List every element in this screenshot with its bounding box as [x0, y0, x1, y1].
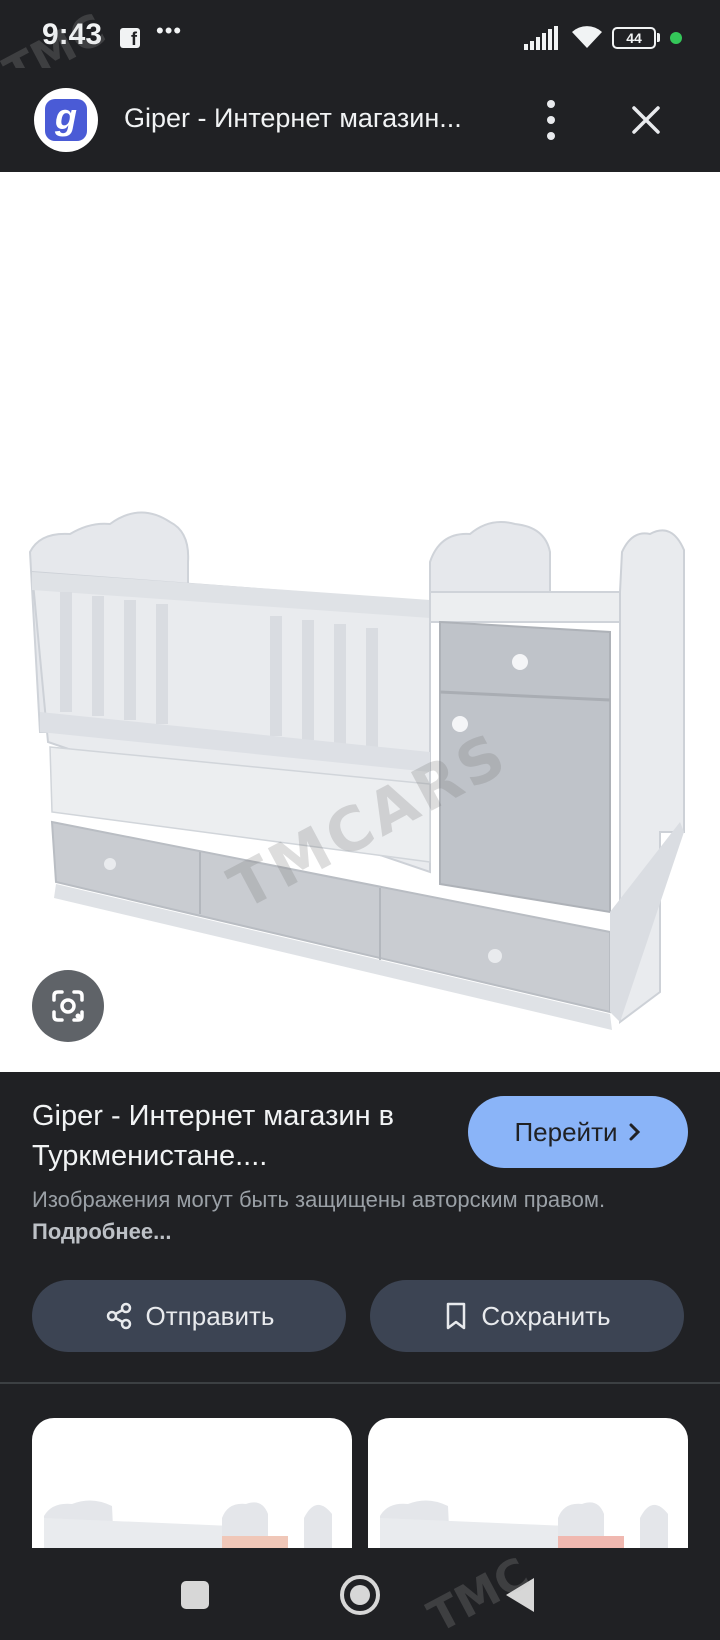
system-navigation-bar: TMC — [0, 1548, 720, 1640]
visit-button-label: Перейти — [514, 1116, 618, 1147]
site-logo[interactable]: g — [34, 88, 98, 152]
related-images — [0, 1384, 720, 1548]
source-title[interactable]: Giper - Интернет магазин в Туркменистане… — [32, 1096, 452, 1176]
more-dots-icon: ••• — [156, 18, 183, 43]
wifi-icon — [572, 26, 602, 48]
learn-more-link[interactable]: Подробнее... — [32, 1219, 172, 1244]
related-image-thumbnail[interactable] — [32, 1418, 352, 1548]
facebook-icon: f — [120, 28, 140, 48]
related-crib-image — [380, 1500, 668, 1548]
copyright-notice: Изображения могут быть защищены авторски… — [32, 1184, 652, 1248]
site-logo-letter: g — [45, 99, 87, 141]
image-info-panel: Giper - Интернет магазин в Туркменистане… — [0, 1072, 720, 1382]
save-button-label: Сохранить — [481, 1300, 611, 1331]
home-button[interactable] — [340, 1575, 380, 1615]
share-icon — [106, 1302, 131, 1330]
status-bar: 9:43 f ••• 44 TMC — [0, 0, 720, 99]
battery-tip — [657, 33, 660, 42]
close-icon[interactable] — [626, 100, 666, 140]
bookmark-icon — [447, 1302, 466, 1330]
save-button[interactable]: Сохранить — [370, 1280, 684, 1352]
signal-icon — [524, 26, 558, 50]
visit-button[interactable]: Перейти — [468, 1096, 688, 1168]
header-title[interactable]: Giper - Интернет магазин... — [124, 103, 494, 134]
watermark-nav: TMC — [420, 1548, 538, 1640]
copyright-text: Изображения могут быть защищены авторски… — [32, 1187, 606, 1212]
related-crib-image — [44, 1500, 332, 1548]
crib-image — [28, 511, 685, 1030]
privacy-indicator-dot — [670, 32, 682, 44]
image-preview[interactable]: TMCARS — [0, 172, 720, 1072]
battery-icon: 44 — [612, 27, 656, 49]
google-lens-button[interactable] — [32, 970, 104, 1042]
recents-button[interactable] — [181, 1581, 209, 1609]
share-button[interactable]: Отправить — [32, 1280, 346, 1352]
related-image-thumbnail[interactable] — [368, 1418, 688, 1548]
more-options-icon[interactable] — [540, 96, 564, 144]
google-lens-icon — [52, 990, 84, 1022]
chevron-right-icon — [629, 1123, 640, 1141]
share-button-label: Отправить — [145, 1300, 275, 1331]
viewer-header: g Giper - Интернет магазин... — [0, 68, 720, 172]
